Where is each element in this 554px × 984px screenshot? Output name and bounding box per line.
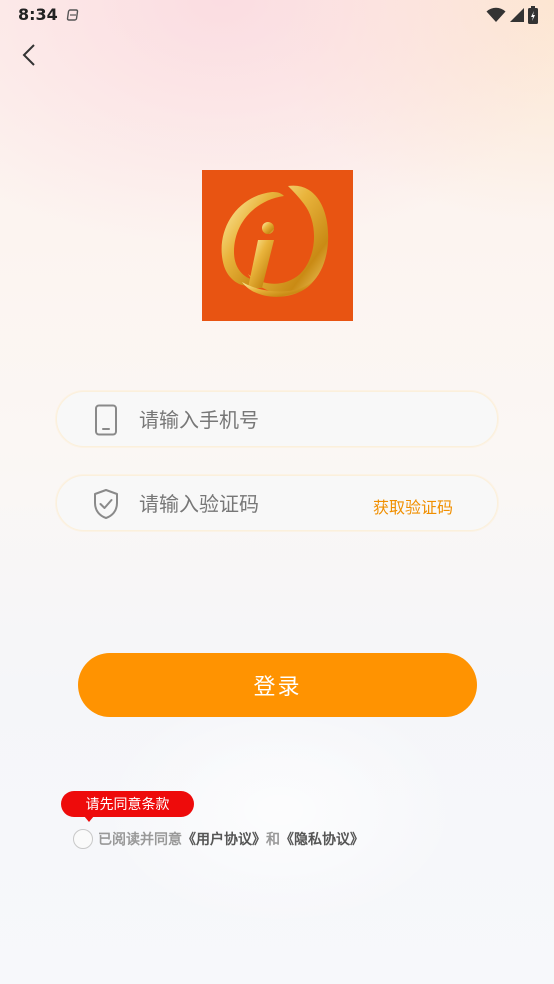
wifi-icon bbox=[486, 7, 506, 27]
tooltip-arrow bbox=[84, 816, 94, 822]
status-time: 8:34 bbox=[18, 5, 58, 24]
code-field: 获取验证码 bbox=[56, 475, 498, 531]
battery-icon bbox=[528, 6, 538, 28]
signal-icon bbox=[509, 7, 525, 27]
shield-check-icon bbox=[91, 488, 121, 520]
agree-and: 和 bbox=[266, 832, 280, 848]
status-bar: 8:34 bbox=[0, 0, 554, 30]
user-agreement-link[interactable]: 《用户协议》 bbox=[182, 829, 266, 849]
notification-icon bbox=[66, 7, 80, 26]
agree-tooltip: 请先同意条款 bbox=[61, 791, 194, 817]
app-logo bbox=[202, 170, 353, 321]
back-icon bbox=[22, 43, 36, 71]
login-button[interactable]: 登录 bbox=[78, 653, 477, 717]
privacy-policy-link[interactable]: 《隐私协议》 bbox=[280, 829, 364, 849]
agree-prefix: 已阅读并同意 bbox=[98, 832, 182, 848]
agree-checkbox[interactable] bbox=[73, 829, 93, 849]
get-code-button[interactable]: 获取验证码 bbox=[373, 494, 453, 518]
agreement-row: 已阅读并同意 《用户协议》 和 《隐私协议》 bbox=[73, 828, 364, 850]
status-icons bbox=[486, 6, 538, 28]
code-input[interactable] bbox=[139, 486, 359, 522]
phone-icon bbox=[91, 404, 121, 436]
back-button[interactable] bbox=[14, 42, 44, 72]
phone-input[interactable] bbox=[139, 402, 359, 438]
phone-field bbox=[56, 391, 498, 447]
